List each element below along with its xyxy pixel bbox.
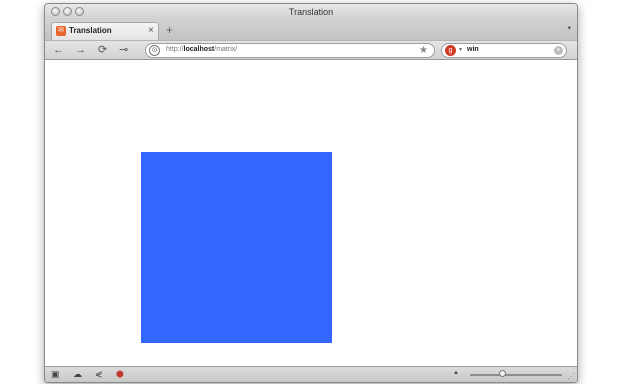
tab-close-icon[interactable]: × [148, 25, 154, 37]
window-controls [51, 7, 84, 16]
page-content [45, 60, 577, 366]
reload-button[interactable]: ⟳ [98, 43, 107, 57]
console-icon[interactable]: ▣ [51, 369, 60, 380]
back-button[interactable]: ← [53, 43, 64, 57]
clear-search-icon[interactable]: × [554, 46, 563, 55]
bookmark-star-icon[interactable]: ★ [419, 44, 428, 57]
resize-grip-icon[interactable]: ⋰ [567, 372, 575, 381]
zoom-slider-handle[interactable] [498, 370, 506, 377]
browser-window: Translation ✉ Translation × + ▾ ← → ⟳ ⊸ … [44, 3, 578, 383]
tab-list-icon[interactable]: ▾ [567, 24, 571, 32]
url-prefix: http:// [166, 46, 184, 53]
tab-strip: ✉ Translation × + ▾ [45, 20, 577, 40]
title-bar: Translation [45, 4, 577, 20]
status-bar: ▣ ☁ ⋞ ⬢ ▲ ⋰ [45, 366, 577, 382]
tab-label: Translation [69, 26, 112, 35]
minimize-window-button[interactable] [63, 7, 72, 16]
search-bar[interactable]: g ▾ win × [441, 43, 567, 58]
zoom-window-button[interactable] [75, 7, 84, 16]
search-engine-icon[interactable]: g [445, 45, 456, 56]
zoom-slider[interactable] [470, 374, 562, 376]
window-title: Translation [288, 7, 334, 17]
addon-icon[interactable]: ⬢ [116, 369, 124, 380]
page-favicon-icon: ✉ [56, 26, 66, 36]
forward-button[interactable]: → [75, 43, 86, 57]
close-window-button[interactable] [51, 7, 60, 16]
share-icon[interactable]: ⋞ [95, 369, 103, 380]
new-tab-button[interactable]: + [166, 23, 173, 37]
site-identity-icon[interactable]: ⊙ [149, 45, 160, 56]
key-icon[interactable]: ⊸ [119, 43, 128, 57]
navigation-toolbar: ← → ⟳ ⊸ ⊙ http://localhost/matrix/ ★ g ▾… [45, 40, 577, 60]
url-text[interactable]: http://localhost/matrix/ [166, 46, 237, 53]
search-query[interactable]: win [467, 46, 479, 53]
url-host: localhost [183, 46, 215, 53]
blue-square [141, 152, 332, 343]
address-bar[interactable]: ⊙ http://localhost/matrix/ ★ [145, 43, 435, 58]
tab-translation[interactable]: ✉ Translation × [51, 22, 159, 40]
url-path: /matrix/ [214, 46, 238, 53]
search-engine-dropdown-icon[interactable]: ▾ [459, 46, 462, 53]
zoom-out-icon[interactable]: ▲ [453, 370, 459, 376]
cloud-icon[interactable]: ☁ [73, 369, 82, 380]
